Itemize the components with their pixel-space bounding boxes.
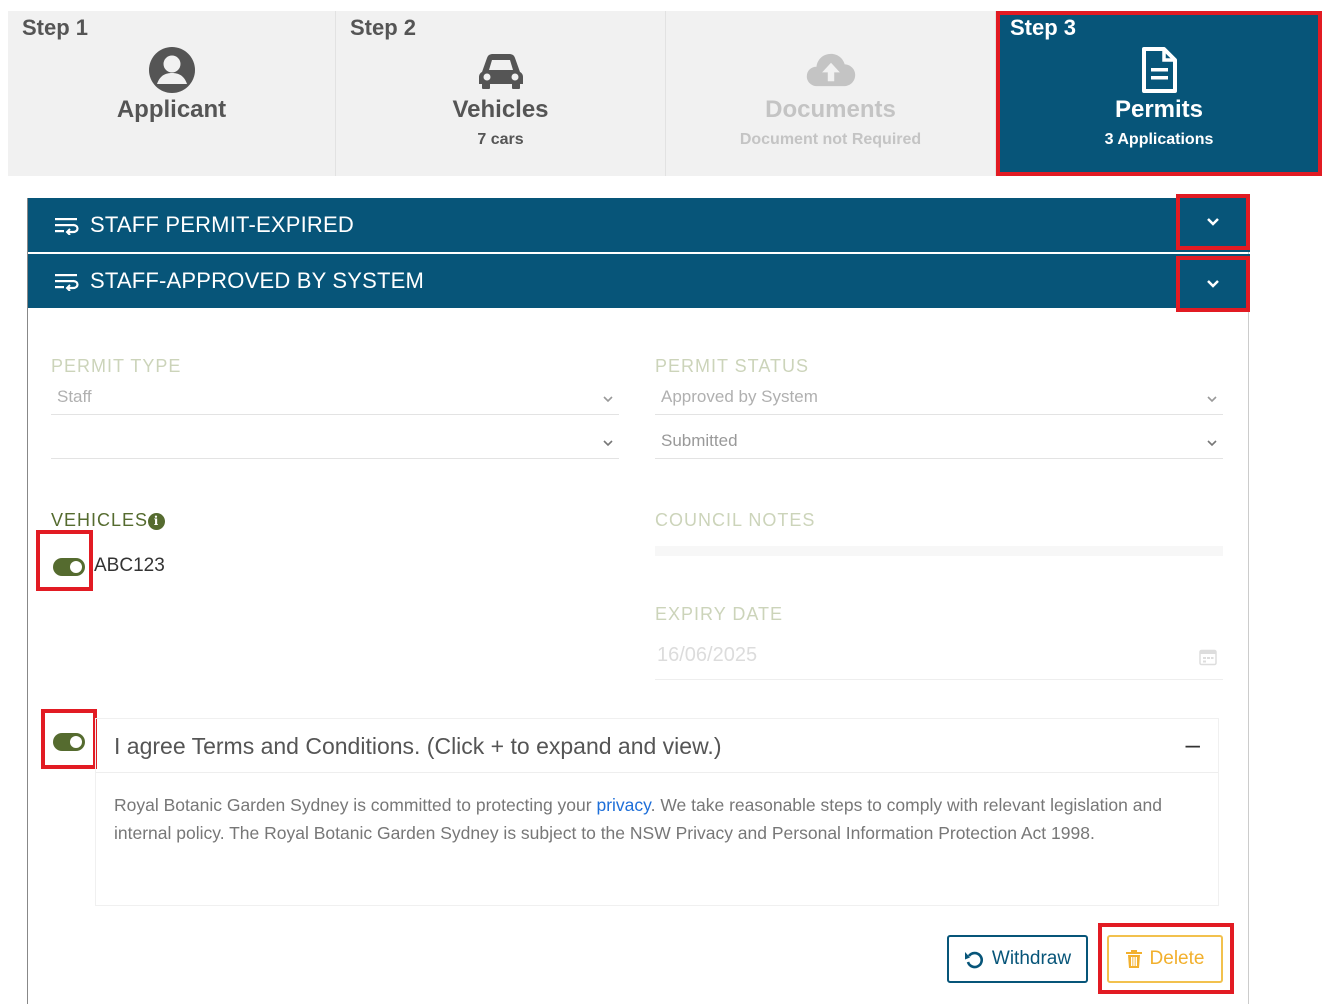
step-subtitle: 3 Applications [1104, 131, 1214, 148]
vehicles-label-text: VEHICLES [51, 510, 149, 530]
document-icon [1134, 45, 1184, 95]
step-documents: Documents Document not Required [666, 11, 996, 176]
permits-panel: STAFF PERMIT-EXPIRED STAFF-APPROVED BY S… [27, 194, 1250, 1004]
calendar-icon[interactable] [1199, 648, 1217, 666]
step-title: Documents [765, 96, 896, 123]
permit-substatus-value: Submitted [661, 431, 738, 450]
chevron-down-icon [1207, 396, 1217, 403]
step-subtitle: Document not Required [739, 131, 922, 148]
step-number: Step 2 [350, 15, 417, 40]
list-filter-icon [55, 274, 79, 291]
info-icon[interactable]: i [148, 513, 166, 530]
council-notes-label: COUNCIL NOTES [655, 510, 816, 530]
vehicle-toggle[interactable] [53, 558, 85, 576]
permit-status-label: PERMIT STATUS [655, 356, 810, 376]
step-number: Step 1 [22, 15, 89, 40]
permit-type-value: Staff [57, 387, 92, 406]
delete-button[interactable]: Delete [1107, 935, 1223, 983]
expiry-date-value: 16/06/2025 [657, 644, 758, 666]
step-applicant[interactable]: Step 1 Applicant [8, 11, 336, 176]
step-vehicles[interactable]: Step 2 Vehicles 7 cars [336, 11, 666, 176]
permit-form: PERMIT TYPE Staff PERMIT STATUS Approved… [28, 308, 1250, 1004]
accordion-header-staff-approved-by-system[interactable]: STAFF-APPROVED BY SYSTEM [28, 254, 1250, 312]
trash-icon [1125, 950, 1142, 968]
cloud-upload-icon [806, 45, 856, 95]
accordion-title: STAFF-APPROVED BY SYSTEM [90, 268, 425, 293]
step-title: Permits [1114, 96, 1204, 123]
vehicle-plate: ABC123 [94, 555, 165, 576]
terms-panel: I agree Terms and Conditions. (Click + t… [95, 718, 1219, 906]
step-subtitle: 7 cars [477, 131, 524, 148]
user-circle-icon [147, 45, 197, 95]
step-title: Applicant [116, 96, 227, 123]
accordion-title: STAFF PERMIT-EXPIRED [90, 212, 354, 237]
step-title: Vehicles [452, 96, 549, 123]
withdraw-button[interactable]: Withdraw [947, 935, 1088, 983]
expiry-date-field[interactable]: 16/06/2025 [655, 640, 1223, 680]
terms-title: I agree Terms and Conditions. (Click + t… [114, 733, 722, 759]
council-notes-field [655, 546, 1223, 556]
accordion-header-staff-permit-expired[interactable]: STAFF PERMIT-EXPIRED [28, 194, 1250, 252]
car-icon [476, 45, 526, 95]
privacy-link[interactable]: privacy [596, 795, 650, 815]
chevron-down-icon [603, 440, 613, 447]
vehicles-label: VEHICLES i [51, 510, 166, 531]
accordion-expand-button[interactable] [1176, 194, 1250, 250]
permit-status-value: Approved by System [661, 387, 818, 406]
permit-type-label: PERMIT TYPE [51, 356, 182, 376]
terms-header[interactable]: I agree Terms and Conditions. (Click + t… [96, 719, 1218, 773]
withdraw-label: Withdraw [991, 948, 1072, 969]
chevron-down-icon [1207, 440, 1217, 447]
collapse-icon[interactable]: – [1186, 729, 1200, 760]
permit-status-select[interactable]: Approved by System [655, 383, 1223, 415]
undo-icon [964, 951, 983, 969]
chevron-down-icon [1207, 280, 1219, 288]
list-filter-icon [55, 218, 79, 235]
expiry-date-label: EXPIRY DATE [655, 604, 784, 624]
permit-substatus-select[interactable]: Submitted [655, 427, 1223, 459]
step-number: Step 3 [1010, 15, 1077, 40]
delete-label: Delete [1149, 948, 1205, 969]
permit-type-select[interactable]: Staff [51, 383, 619, 415]
chevron-down-icon [603, 396, 613, 403]
terms-agree-toggle[interactable] [53, 733, 85, 751]
permit-subtype-select[interactable] [51, 427, 619, 459]
chevron-down-icon [1207, 218, 1219, 226]
wizard-stepper: Step 1 Applicant Step 2 Vehicles 7 cars … [8, 11, 1322, 176]
terms-text: Royal Botanic Garden Sydney is committed… [114, 795, 597, 815]
accordion-expand-button[interactable] [1176, 256, 1250, 312]
terms-body: Royal Botanic Garden Sydney is committed… [114, 791, 1174, 847]
step-permits[interactable]: Step 3 Permits 3 Applications [996, 11, 1322, 176]
